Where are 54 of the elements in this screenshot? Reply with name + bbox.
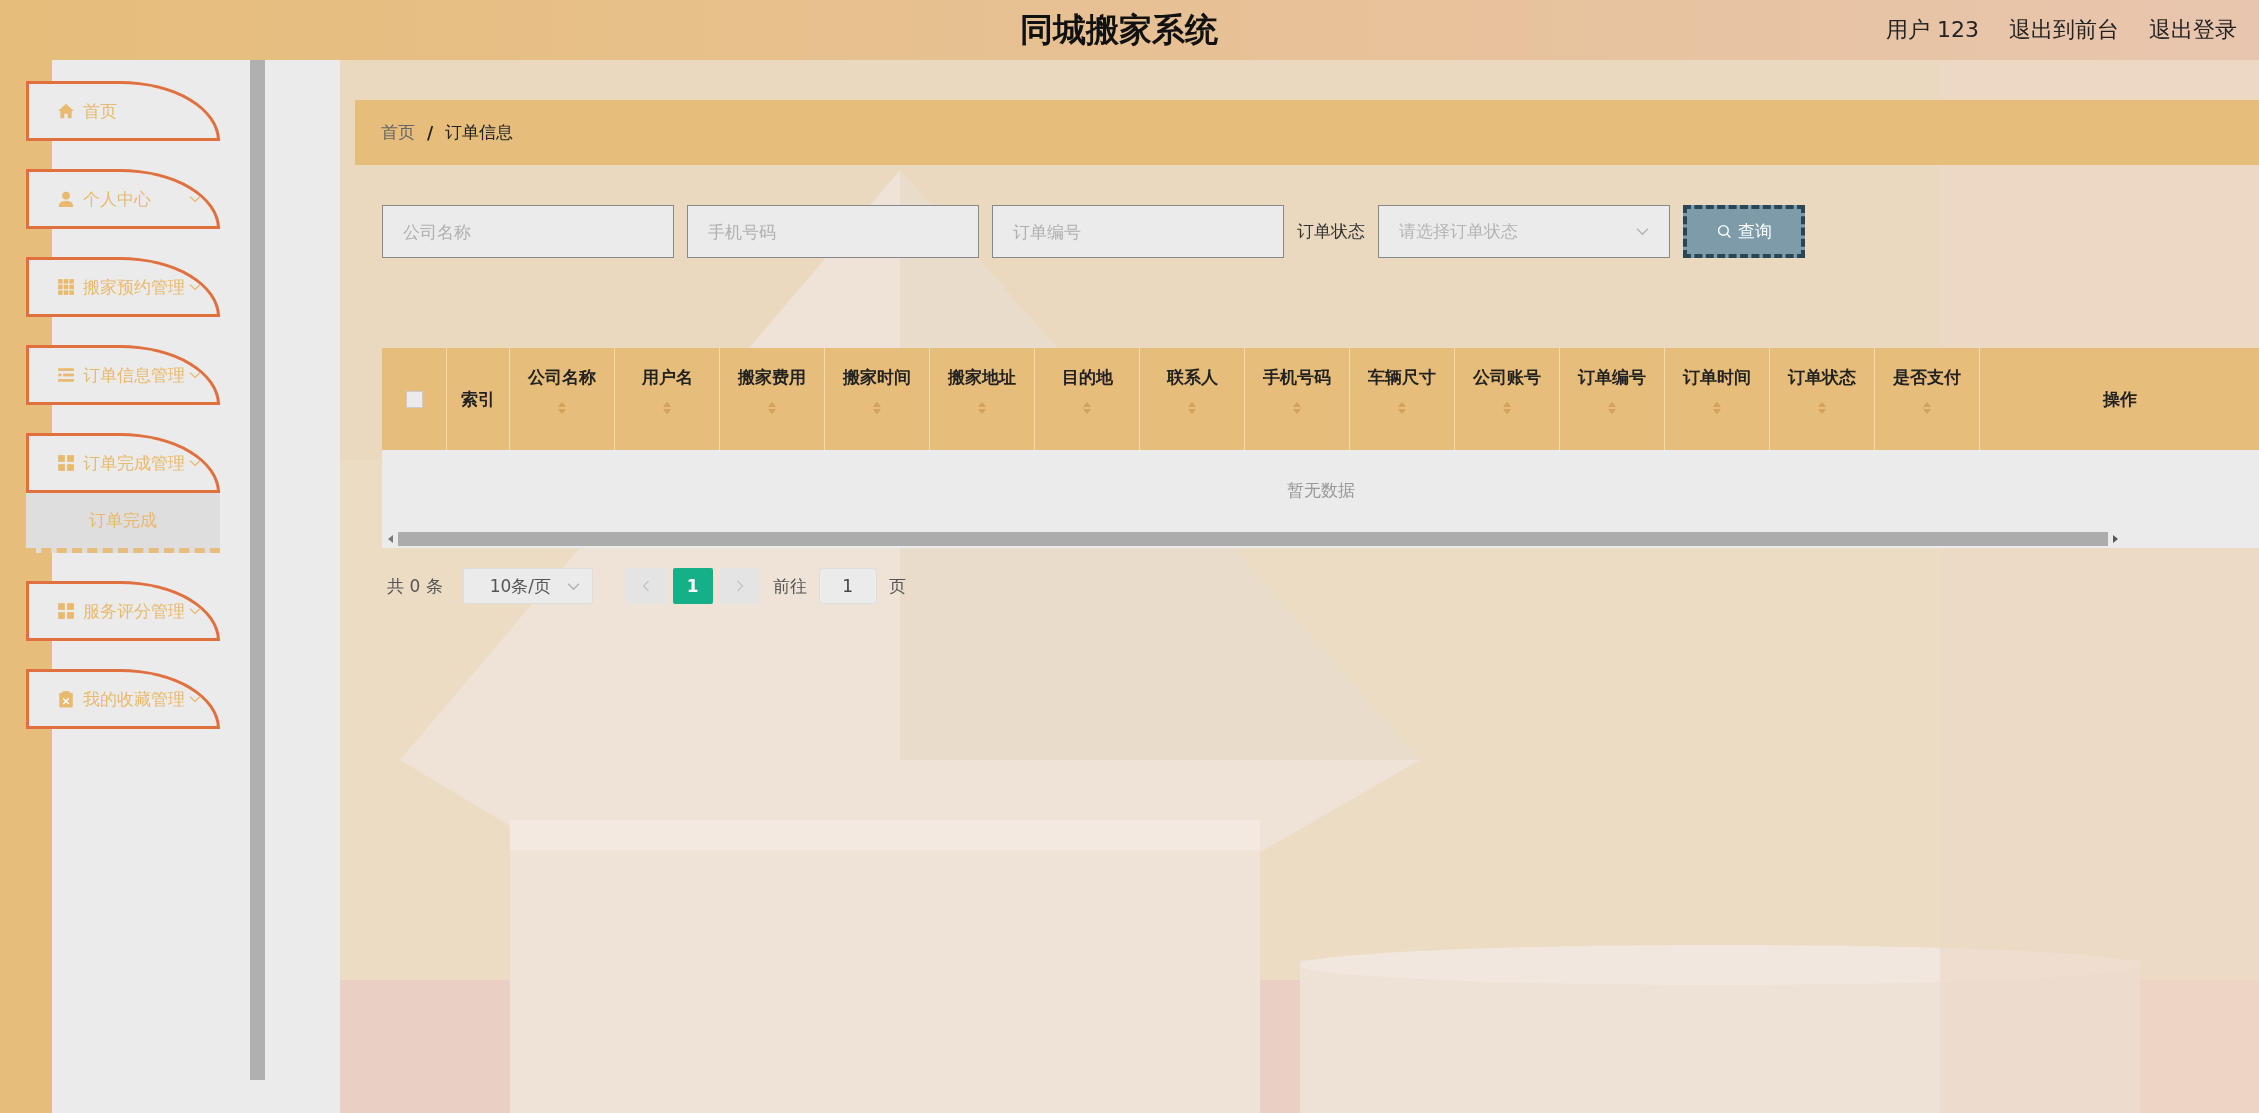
breadcrumb-item: 订单信息: [445, 121, 514, 144]
scrollbar[interactable]: [382, 530, 2259, 548]
page-size-select[interactable]: 10条/页: [462, 568, 593, 604]
breadcrumb-separator: /: [427, 122, 434, 143]
chevron-icon: [189, 459, 201, 467]
home-icon: [57, 102, 75, 120]
checkbox[interactable]: [405, 390, 423, 408]
arrow-right-icon[interactable]: [2112, 535, 2118, 543]
chevron-icon: [189, 695, 201, 703]
chevron-icon: [189, 195, 201, 203]
search-field[interactable]: 公司名称: [382, 205, 674, 258]
sort-icon[interactable]: [1187, 401, 1197, 415]
search-field[interactable]: 订单编号: [992, 205, 1284, 258]
arrow-left-icon[interactable]: [388, 535, 394, 543]
scrollbar[interactable]: [250, 60, 265, 1080]
search-field[interactable]: 手机号码: [687, 205, 979, 258]
sort-icon[interactable]: [1502, 401, 1512, 415]
page-input[interactable]: 1: [818, 568, 877, 604]
chevron-icon: [189, 607, 201, 615]
sort-icon[interactable]: [1817, 401, 1827, 415]
list-icon: [57, 366, 75, 384]
sort-icon[interactable]: [977, 401, 987, 415]
chevron-icon: [1636, 227, 1649, 236]
column-header[interactable]: 操作: [1980, 348, 2259, 450]
header-link[interactable]: 退出登录: [2149, 15, 2237, 45]
search-icon: [1716, 224, 1732, 239]
sort-icon[interactable]: [767, 401, 777, 415]
sort-icon[interactable]: [1292, 401, 1302, 415]
sort-icon[interactable]: [1607, 401, 1617, 415]
grid-icon: [57, 602, 75, 620]
sort-icon[interactable]: [872, 401, 882, 415]
app-title: 同城搬家系统: [1019, 8, 1218, 51]
sort-icon[interactable]: [557, 401, 567, 415]
sort-icon[interactable]: [1922, 401, 1932, 415]
sort-icon[interactable]: [1082, 401, 1092, 415]
page-suffix: 页: [888, 574, 906, 598]
sort-icon[interactable]: [1397, 401, 1407, 415]
user-label: 用户 123: [1886, 16, 1979, 44]
chevron-left-icon: [641, 580, 650, 592]
grid-icon: [57, 454, 75, 472]
goto-label: 前往: [772, 574, 807, 598]
field-label: 订单状态: [1297, 220, 1365, 243]
chevron-icon: [189, 283, 201, 291]
empty-message: 暂无数据: [382, 450, 2259, 530]
chevron-icon: [189, 371, 201, 379]
clipboard-icon: [57, 690, 75, 708]
grid-icon: [57, 278, 75, 296]
header-link[interactable]: 退出到前台: [2009, 15, 2119, 45]
user-icon: [57, 190, 75, 208]
sort-icon[interactable]: [662, 401, 672, 415]
sort-icon[interactable]: [1712, 401, 1722, 415]
total-count: 共 0 条: [387, 574, 443, 598]
chevron-icon: [566, 581, 580, 591]
chevron-right-icon: [735, 580, 744, 592]
